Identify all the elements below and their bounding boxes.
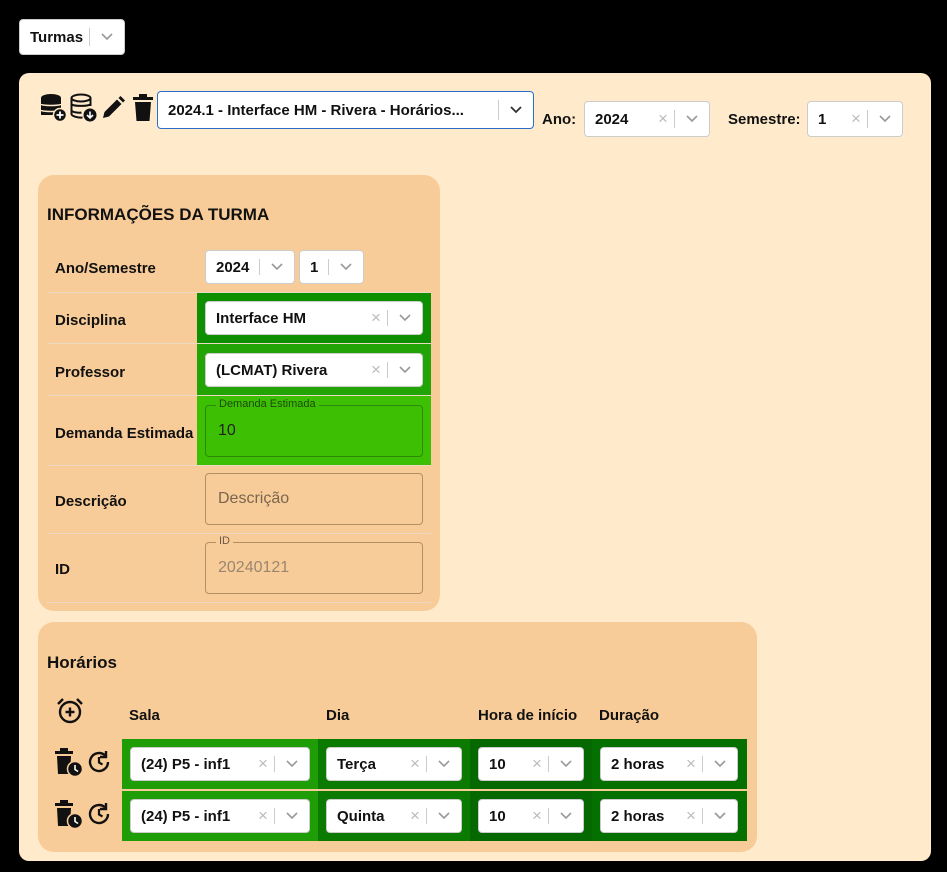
sala-value: (24) P5 - inf1 (141, 755, 231, 773)
chevron-down-icon[interactable] (329, 263, 363, 271)
clear-icon[interactable]: × (252, 754, 274, 774)
semestre-select[interactable]: 1 × (807, 101, 903, 137)
hora-select[interactable]: 10 × (478, 747, 584, 781)
dia-select[interactable]: Terça × (326, 747, 462, 781)
chevron-down-icon[interactable] (388, 314, 422, 322)
horarios-card: Horários Sala Dia Hora de início Duração… (38, 622, 757, 852)
clear-icon[interactable]: × (526, 754, 548, 774)
view-select[interactable]: Turmas (19, 19, 125, 55)
demanda-value: 10 (218, 422, 236, 439)
chevron-down-icon[interactable] (275, 812, 309, 820)
horarios-title: Horários (47, 653, 117, 672)
dia-value: Terça (337, 755, 376, 773)
ano-label: Ano: (542, 111, 577, 128)
chevron-down-icon[interactable] (675, 115, 709, 123)
delete-schedule-icon[interactable] (54, 748, 84, 783)
ano-select[interactable]: 2024 × (584, 101, 710, 137)
info-title: INFORMAÇÕES DA TURMA (47, 205, 270, 224)
descricao-label: Descrição (55, 493, 127, 510)
clear-icon[interactable]: × (404, 806, 426, 826)
clear-icon[interactable]: × (252, 806, 274, 826)
duracao-value: 2 horas (611, 755, 665, 773)
semestre-label: Semestre: (728, 111, 801, 128)
col-duracao: Duração (599, 707, 660, 724)
id-label: ID (55, 561, 70, 578)
clear-icon[interactable]: × (365, 308, 387, 328)
id-legend: ID (216, 535, 233, 547)
professor-label: Professor (55, 364, 126, 381)
ano-select-value: 2024 (595, 110, 629, 128)
turma-select-value: 2024.1 - Interface HM - Rivera - Horário… (168, 101, 464, 119)
chevron-down-icon[interactable] (427, 760, 461, 768)
sala-value: (24) P5 - inf1 (141, 807, 231, 825)
col-hora: Hora de início (478, 707, 578, 724)
descricao-input[interactable]: Descrição (205, 473, 423, 525)
hora-value: 10 (489, 807, 506, 825)
demanda-label: Demanda Estimada (55, 425, 194, 442)
clear-icon[interactable]: × (845, 109, 867, 129)
hora-value: 10 (489, 755, 506, 773)
chevron-down-icon[interactable] (868, 115, 902, 123)
clear-icon[interactable]: × (680, 754, 702, 774)
view-select-value: Turmas (30, 28, 84, 46)
duracao-select[interactable]: 2 horas × (600, 799, 738, 833)
info-semestre-select[interactable]: 1 (299, 250, 364, 284)
info-semestre-value: 1 (310, 258, 319, 276)
pencil-icon[interactable] (100, 95, 126, 126)
chevron-down-icon[interactable] (703, 760, 737, 768)
disciplina-label: Disciplina (55, 312, 126, 329)
sala-select[interactable]: (24) P5 - inf1 × (130, 747, 310, 781)
chevron-down-icon[interactable] (388, 366, 422, 374)
id-input: ID 20240121 (205, 535, 423, 594)
chevron-down-icon[interactable] (275, 760, 309, 768)
main-panel: 2024.1 - Interface HM - Rivera - Horário… (19, 73, 931, 861)
descricao-placeholder: Descrição (218, 490, 290, 507)
trash-icon[interactable] (132, 94, 154, 127)
disciplina-select[interactable]: Interface HM × (205, 301, 423, 335)
database-download-icon[interactable] (70, 93, 98, 128)
chevron-down-icon[interactable] (549, 812, 583, 820)
info-ano-value: 2024 (216, 258, 250, 276)
duracao-value: 2 horas (611, 807, 665, 825)
col-sala: Sala (129, 707, 160, 724)
professor-select[interactable]: (LCMAT) Rivera × (205, 353, 423, 387)
dia-value: Quinta (337, 807, 385, 825)
clear-icon[interactable]: × (680, 806, 702, 826)
delete-schedule-icon[interactable] (54, 800, 84, 835)
update-schedule-icon[interactable] (86, 801, 112, 832)
chevron-down-icon[interactable] (260, 263, 294, 271)
hora-select[interactable]: 10 × (478, 799, 584, 833)
info-card: INFORMAÇÕES DA TURMA Ano/Semestre 2024 1… (38, 175, 440, 611)
professor-value: (LCMAT) Rivera (216, 361, 328, 379)
sala-select[interactable]: (24) P5 - inf1 × (130, 799, 310, 833)
info-ano-select[interactable]: 2024 (205, 250, 295, 284)
turma-select[interactable]: 2024.1 - Interface HM - Rivera - Horário… (157, 91, 534, 129)
duracao-select[interactable]: 2 horas × (600, 747, 738, 781)
col-dia: Dia (326, 707, 350, 724)
add-alarm-icon[interactable] (56, 697, 84, 730)
chevron-down-icon[interactable] (703, 812, 737, 820)
clear-icon[interactable]: × (365, 360, 387, 380)
clear-icon[interactable]: × (652, 109, 674, 129)
clear-icon[interactable]: × (404, 754, 426, 774)
dia-select[interactable]: Quinta × (326, 799, 462, 833)
chevron-down-icon[interactable] (499, 106, 533, 114)
demanda-legend: Demanda Estimada (216, 398, 319, 410)
chevron-down-icon[interactable] (427, 812, 461, 820)
chevron-down-icon[interactable] (90, 33, 124, 41)
update-schedule-icon[interactable] (86, 749, 112, 780)
disciplina-value: Interface HM (216, 309, 307, 327)
chevron-down-icon[interactable] (549, 760, 583, 768)
semestre-select-value: 1 (818, 110, 827, 128)
demanda-input[interactable]: Demanda Estimada 10 (205, 398, 423, 457)
clear-icon[interactable]: × (526, 806, 548, 826)
id-value: 20240121 (218, 559, 290, 576)
ano-semestre-label: Ano/Semestre (55, 260, 156, 277)
database-add-icon[interactable] (40, 93, 68, 128)
